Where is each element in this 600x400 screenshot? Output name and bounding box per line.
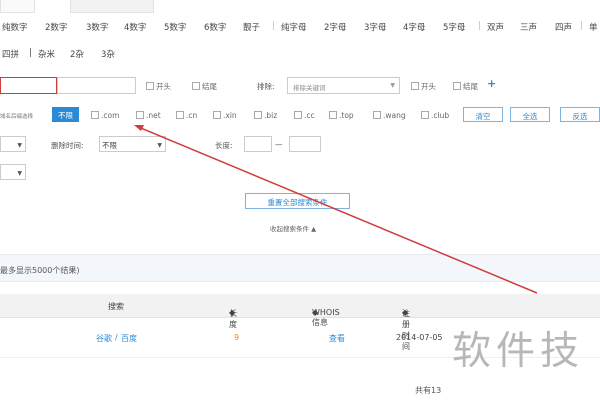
annotation-line [135,125,538,294]
annotation-arrow [134,125,538,294]
arrow-head-icon [134,125,144,131]
